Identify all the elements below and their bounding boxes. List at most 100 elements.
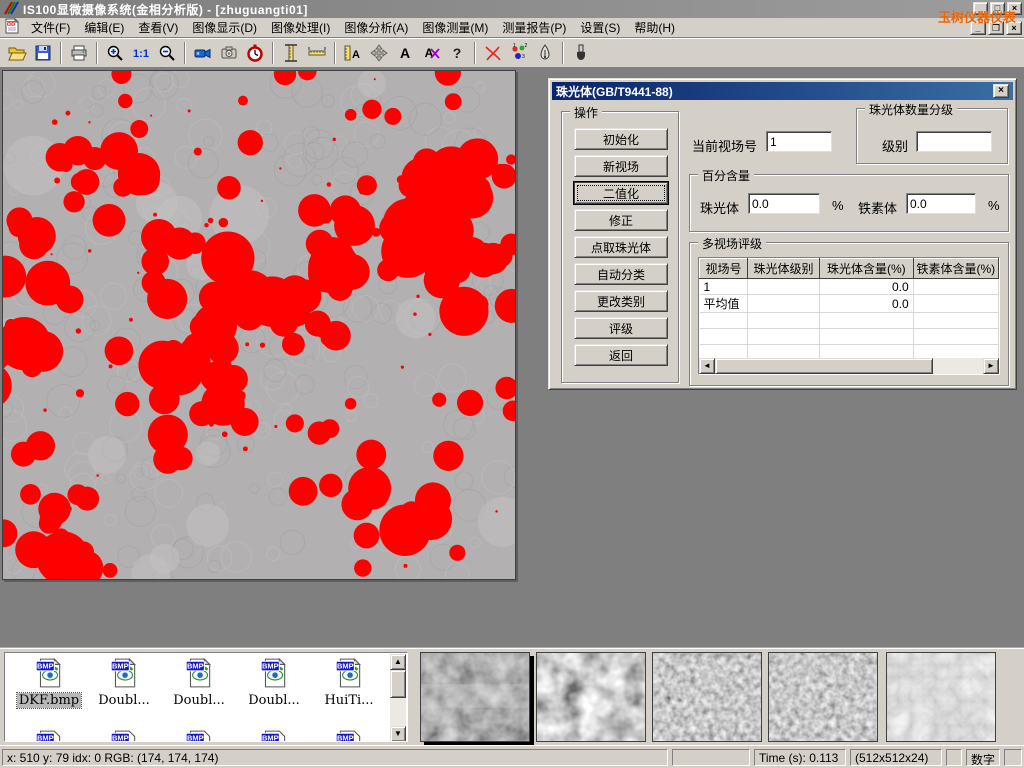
save-button[interactable] [30, 40, 56, 66]
dialog-title: 珠光体(GB/T9441-88) [556, 83, 993, 100]
empty-status-panel [1004, 749, 1022, 766]
thumbnail-3[interactable] [652, 652, 762, 742]
scroll-down-icon[interactable]: ▼ [390, 726, 406, 742]
file-item-row2[interactable]: BMP [317, 729, 381, 742]
file-item-row2[interactable]: BMP [17, 729, 81, 742]
auto-classify-button[interactable]: 自动分类 [574, 263, 668, 285]
file-item-row2[interactable]: BMP [167, 729, 231, 742]
init-button[interactable]: 初始化 [574, 128, 668, 150]
percent-group-label: 百分含量 [698, 167, 754, 184]
bmp-file-icon: BMP [334, 657, 364, 689]
file-list-scrollbar[interactable]: ▲ ▼ [390, 654, 406, 742]
file-item-huiti[interactable]: BMP HuiTi... [317, 657, 381, 708]
thumbnail-4[interactable] [768, 652, 878, 742]
file-item-doubl-2[interactable]: BMP Doubl... [167, 657, 231, 708]
count-points-button[interactable]: 1 23 [506, 40, 532, 66]
child-restore-button[interactable]: ❐ [988, 21, 1004, 35]
menu-help[interactable]: 帮助(H) [627, 17, 682, 38]
menu-image-display[interactable]: 图像显示(D) [185, 17, 264, 38]
zoom-in-button[interactable] [102, 40, 128, 66]
restore-button[interactable]: □ [990, 2, 1005, 15]
file-item-dkf[interactable]: BMP DKF.bmp [17, 657, 81, 708]
new-field-button[interactable]: 新视场 [574, 155, 668, 177]
svg-text:3: 3 [522, 54, 525, 60]
text-style-button[interactable]: A [418, 40, 444, 66]
svg-text:BMP: BMP [187, 734, 204, 742]
help-button[interactable]: ? [444, 40, 470, 66]
current-field-input[interactable] [766, 131, 832, 152]
file-item-doubl-1[interactable]: BMP Doubl... [92, 657, 156, 708]
zoom-out-button[interactable] [154, 40, 180, 66]
svg-text:A: A [400, 45, 410, 61]
table-row[interactable]: 平均值 0.0 [700, 295, 999, 313]
brush-tool-button[interactable] [568, 40, 594, 66]
ruler-horizontal-button[interactable] [304, 40, 330, 66]
menu-file[interactable]: 文件(F) [24, 17, 77, 38]
correct-button[interactable]: 修正 [574, 209, 668, 231]
menu-edit[interactable]: 编辑(E) [77, 17, 131, 38]
change-class-button[interactable]: 更改类别 [574, 290, 668, 312]
bmp-file-icon: BMP [259, 729, 289, 742]
multifield-table[interactable]: 视场号 珠光体级别 珠光体含量(%) 铁素体含量(%) 1 0.0 平均值 [698, 257, 1000, 375]
dialog-title-bar[interactable]: 珠光体(GB/T9441-88) × [552, 82, 1013, 100]
caliper-vertical-button[interactable] [278, 40, 304, 66]
file-item-row2[interactable]: BMP [242, 729, 306, 742]
scroll-left-icon[interactable]: ◄ [699, 358, 715, 374]
grade-level-input[interactable] [916, 131, 992, 152]
thumbnail-5[interactable] [886, 652, 996, 742]
thumbnail-2[interactable] [536, 652, 646, 742]
measure-label-button[interactable]: A [340, 40, 366, 66]
document-icon[interactable]: DOC [4, 18, 20, 37]
text-annotate-button[interactable]: A [392, 40, 418, 66]
curve-tool-button[interactable] [480, 40, 506, 66]
ferrite-percent-input[interactable] [906, 193, 976, 214]
multifield-group-label: 多视场评级 [698, 235, 766, 252]
move-cross-button[interactable] [366, 40, 392, 66]
video-camera-button[interactable] [190, 40, 216, 66]
svg-text:1: 1 [513, 43, 516, 49]
scroll-thumb[interactable] [715, 358, 933, 374]
pen-tool-button[interactable] [532, 40, 558, 66]
toolbar: 1:1 A A A ? 1 23 [0, 38, 1024, 68]
metallograph-image[interactable] [2, 70, 516, 580]
ferrite-label: 铁素体 [858, 198, 897, 217]
binarize-button[interactable]: 二值化 [574, 182, 668, 204]
file-item-doubl-3[interactable]: BMP Doubl... [242, 657, 306, 708]
zoom-actual-button[interactable]: 1:1 [128, 40, 154, 66]
col-pearlite-content[interactable]: 珠光体含量(%) [820, 259, 914, 279]
menu-image-analysis[interactable]: 图像分析(A) [337, 17, 415, 38]
menu-report[interactable]: 测量报告(P) [495, 17, 573, 38]
window-controls: _ □ × [973, 2, 1022, 15]
col-field-number[interactable]: 视场号 [700, 259, 748, 279]
menu-view[interactable]: 查看(V) [131, 17, 185, 38]
scroll-right-icon[interactable]: ► [983, 358, 999, 374]
menu-image-measure[interactable]: 图像测量(M) [415, 17, 495, 38]
print-button[interactable] [66, 40, 92, 66]
col-ferrite-content[interactable]: 铁素体含量(%) [913, 259, 998, 279]
empty-status-panel [946, 749, 962, 766]
col-pearlite-grade[interactable]: 珠光体级别 [748, 259, 820, 279]
table-row[interactable]: 1 0.0 [700, 279, 999, 295]
svg-text:2: 2 [525, 43, 528, 49]
menu-settings[interactable]: 设置(S) [573, 17, 627, 38]
file-item-row2[interactable]: BMP [92, 729, 156, 742]
pearlite-percent-input[interactable] [748, 193, 820, 214]
rate-button[interactable]: 评级 [574, 317, 668, 339]
file-list[interactable]: BMP DKF.bmp BMP Doubl... BMP Doubl... BM… [4, 652, 408, 742]
child-minimize-button[interactable]: _ [970, 21, 986, 35]
child-close-button[interactable]: × [1006, 21, 1022, 35]
scroll-up-icon[interactable]: ▲ [390, 654, 406, 670]
camera-capture-button[interactable] [216, 40, 242, 66]
table-h-scrollbar[interactable]: ◄ ► [699, 358, 999, 374]
scroll-thumb[interactable] [390, 670, 406, 698]
dialog-close-icon[interactable]: × [993, 84, 1009, 98]
svg-text:BMP: BMP [112, 662, 129, 671]
close-button[interactable]: × [1007, 2, 1022, 15]
timer-button[interactable] [242, 40, 268, 66]
minimize-button[interactable]: _ [973, 2, 988, 15]
open-file-button[interactable] [4, 40, 30, 66]
thumbnail-1[interactable] [420, 652, 530, 742]
pick-pearlite-button[interactable]: 点取珠光体 [574, 236, 668, 258]
return-button[interactable]: 返回 [574, 344, 668, 366]
menu-image-process[interactable]: 图像处理(I) [264, 17, 337, 38]
